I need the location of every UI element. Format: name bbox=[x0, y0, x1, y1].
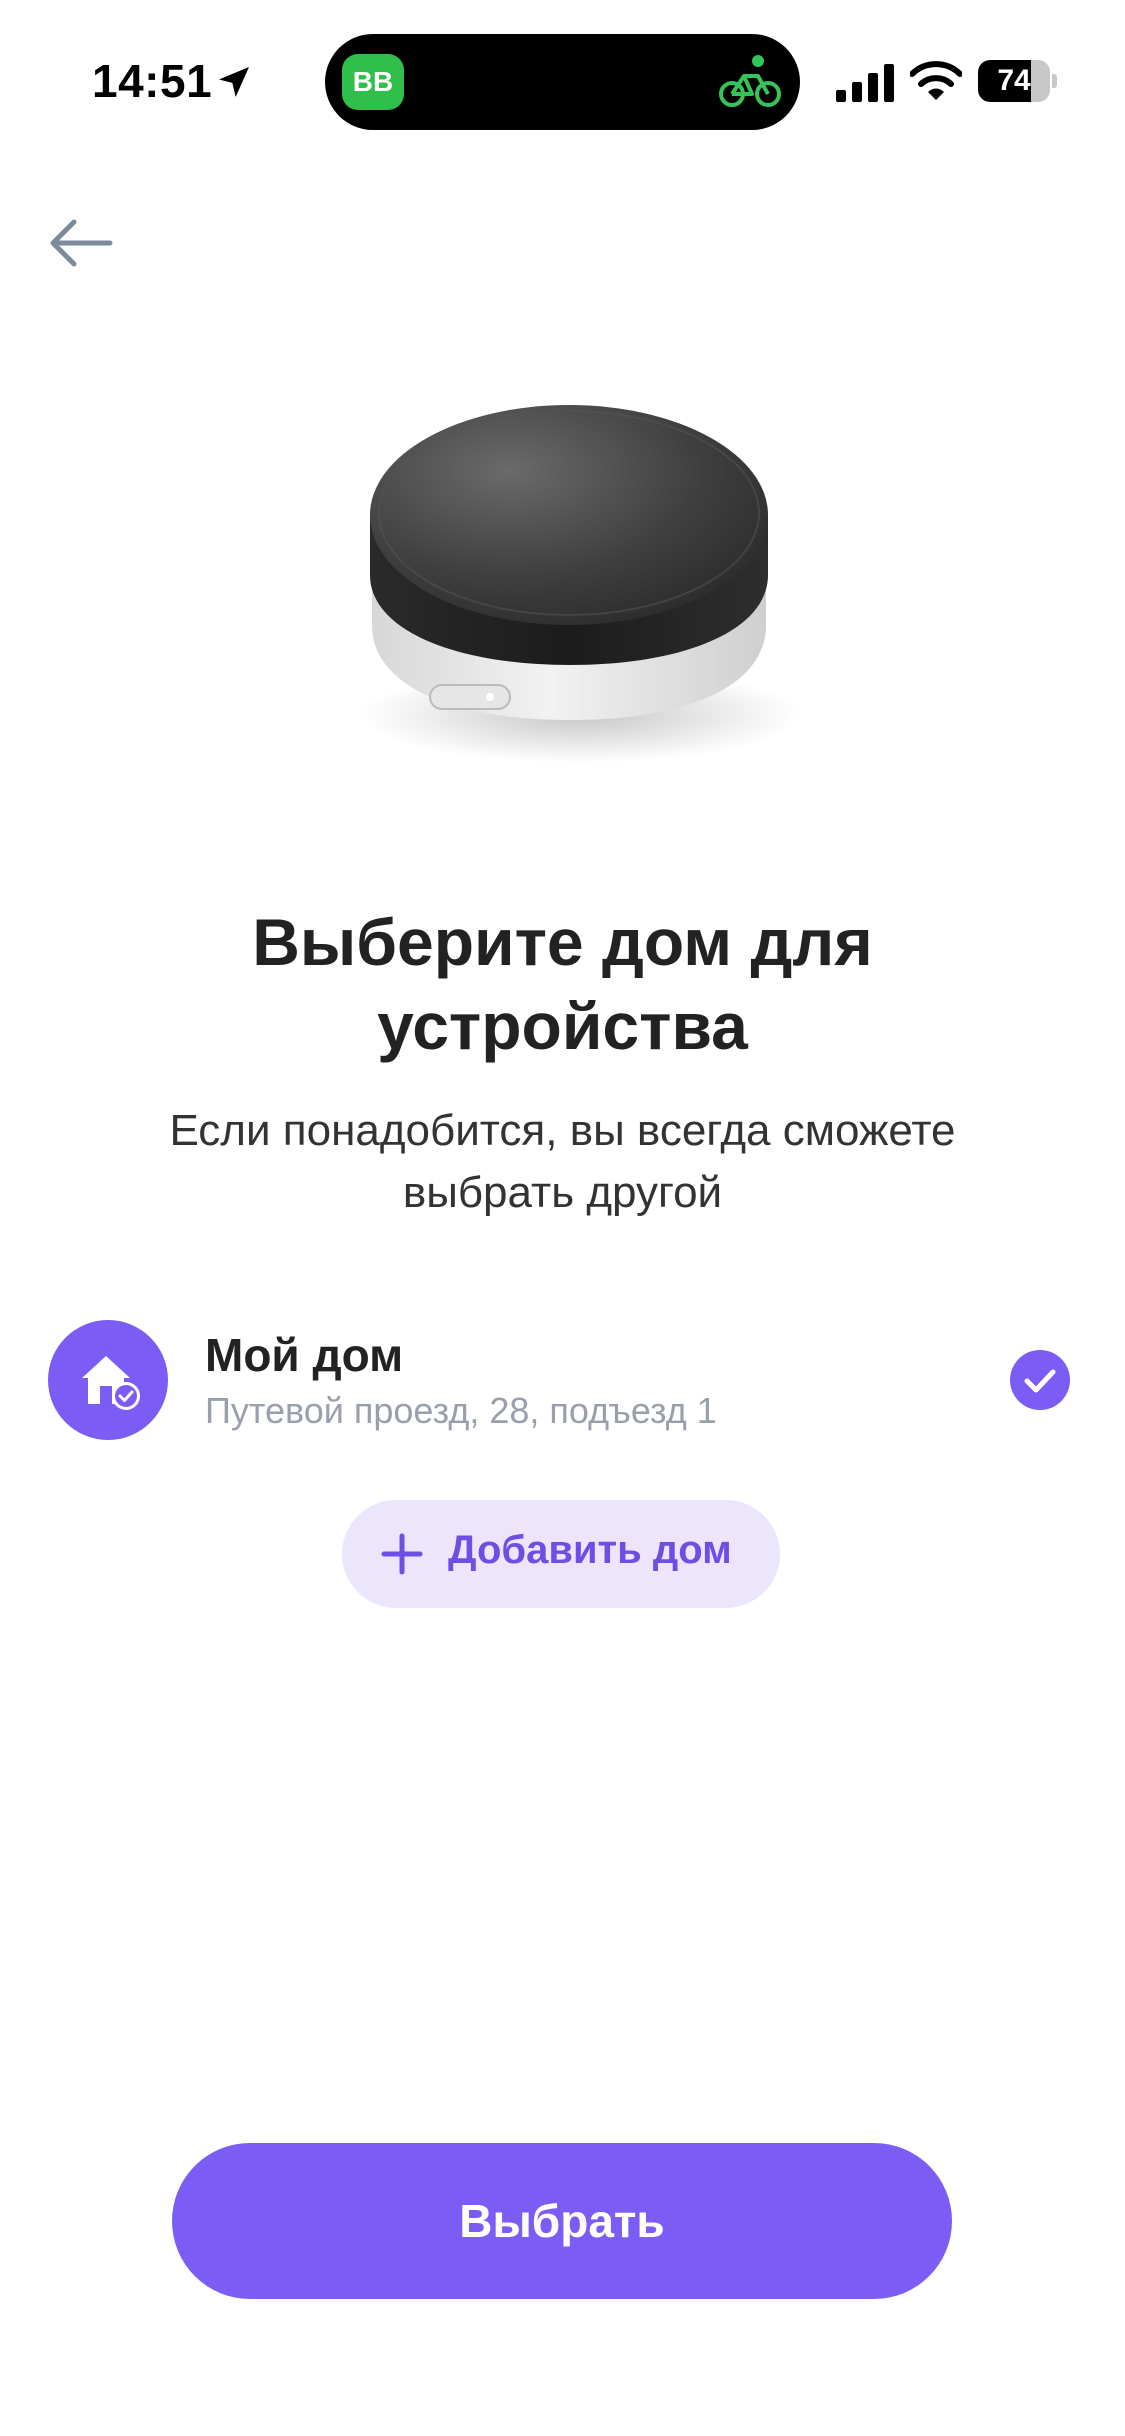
cellular-signal-icon bbox=[836, 64, 894, 102]
location-arrow-icon bbox=[219, 67, 249, 97]
house-check-icon bbox=[82, 1356, 140, 1410]
plus-icon bbox=[381, 1533, 423, 1575]
battery-icon: 74 bbox=[978, 60, 1057, 102]
home-avatar bbox=[48, 1320, 168, 1440]
home-address: Путевой проезд, 28, подъезд 1 bbox=[205, 1390, 717, 1431]
page-title: Выберите дом для устройства bbox=[252, 905, 873, 1063]
hub-device-image bbox=[360, 405, 800, 763]
status-time: 14:51 bbox=[92, 55, 213, 107]
device-setup-screen: 14:51 BB 74 Выберите дом для устройства … bbox=[0, 0, 1125, 2436]
home-list-item[interactable]: Мой дом Путевой проезд, 28, подъезд 1 bbox=[48, 1320, 1078, 1440]
choose-button[interactable]: Выбрать bbox=[172, 2143, 952, 2299]
selected-check-icon bbox=[1010, 1350, 1070, 1410]
back-button[interactable] bbox=[44, 208, 124, 278]
arrow-left-icon bbox=[50, 219, 113, 267]
wifi-icon bbox=[910, 61, 962, 100]
choose-button-label: Выбрать bbox=[459, 2195, 665, 2247]
page-subtitle: Если понадобится, вы всегда сможете выбр… bbox=[169, 1106, 956, 1217]
add-home-label: Добавить дом bbox=[448, 1528, 732, 1572]
app-badge: BB bbox=[342, 54, 404, 110]
home-name: Мой дом bbox=[205, 1329, 404, 1381]
battery-level: 74 bbox=[997, 64, 1031, 97]
add-home-button[interactable]: Добавить дом bbox=[342, 1500, 780, 1608]
bicycle-icon bbox=[719, 55, 781, 107]
